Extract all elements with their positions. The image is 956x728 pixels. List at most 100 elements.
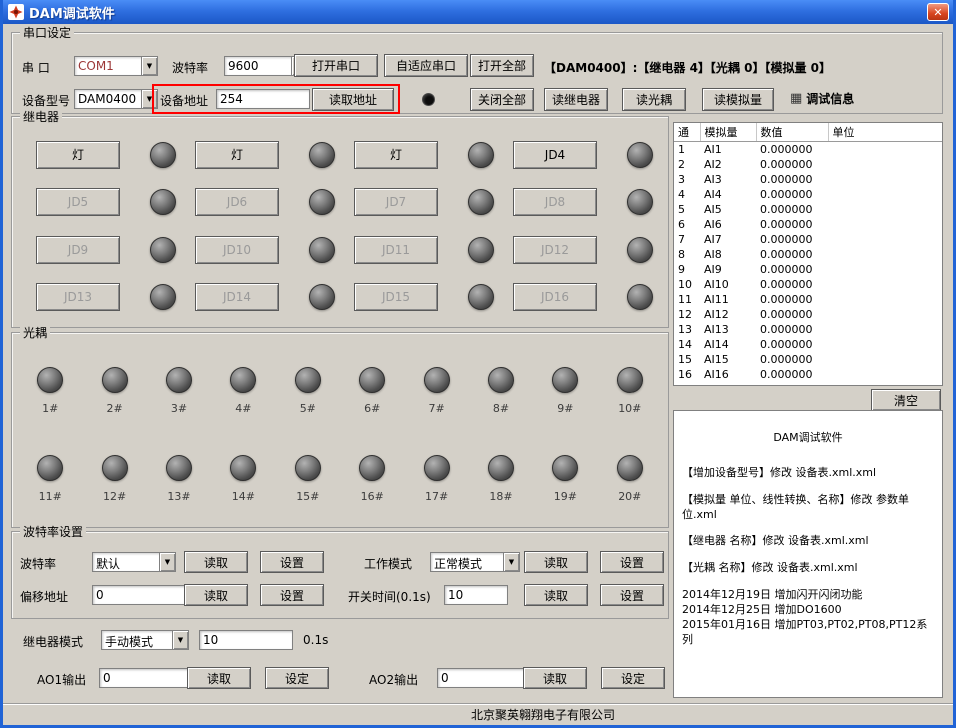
relay-button[interactable]: JD7	[354, 188, 438, 216]
relay-mode-select[interactable]: 手动模式 ▼	[101, 630, 189, 650]
relay-indicator-light	[309, 237, 335, 263]
relay-indicator-light	[468, 189, 494, 215]
relay-time-input[interactable]	[199, 630, 293, 650]
opto-indicator-light	[552, 455, 578, 481]
serial-port-value: COM1	[75, 57, 141, 75]
analog-table-row: 7 AI7 0.000000	[674, 232, 942, 247]
baud-set-button[interactable]: 设置	[260, 551, 324, 573]
analog-channel: 2	[674, 157, 700, 172]
baud-setting-select[interactable]: 默认 ▼	[92, 552, 176, 572]
relay-indicator-light	[468, 237, 494, 263]
relay-button[interactable]: JD16	[513, 283, 597, 311]
opto-group: 光耦 1# 2# 3# 4#	[11, 332, 669, 528]
info-line: 【模拟量 单位、线性转换、名称】修改 参数单位.xml	[682, 493, 934, 523]
relay-cell: 灯	[183, 131, 342, 179]
analog-name: AI2	[700, 157, 756, 172]
offset-address-input[interactable]	[92, 585, 186, 605]
analog-name: AI5	[700, 202, 756, 217]
opto-grid: 1# 2# 3# 4# 5#	[18, 347, 662, 523]
analog-unit	[828, 352, 942, 367]
opto-channel-label: 16#	[361, 490, 384, 503]
analog-table: 通 模拟量 数值 单位 1 AI1 0.000000 2	[674, 123, 942, 382]
ao2-read-button[interactable]: 读取	[523, 667, 587, 689]
analog-name: AI4	[700, 187, 756, 202]
close-button[interactable]: ✕	[927, 3, 949, 21]
opto-indicator-light	[166, 367, 192, 393]
opto-cell: 13#	[147, 435, 211, 523]
analog-value: 0.000000	[756, 217, 828, 232]
analog-name: AI6	[700, 217, 756, 232]
baud-read-button[interactable]: 读取	[184, 551, 248, 573]
offset-address-label: 偏移地址	[20, 588, 68, 605]
switch-time-read-button[interactable]: 读取	[524, 584, 588, 606]
chevron-down-icon[interactable]: ▼	[172, 631, 188, 649]
close-all-button[interactable]: 关闭全部	[470, 88, 534, 111]
analog-channel: 4	[674, 187, 700, 202]
relay-mode-label: 继电器模式	[23, 633, 83, 650]
baud-setting-value: 默认	[93, 553, 159, 571]
relay-button[interactable]: JD9	[36, 236, 120, 264]
ao2-input[interactable]	[437, 668, 531, 688]
analog-value: 0.000000	[756, 187, 828, 202]
analog-table-row: 8 AI8 0.000000	[674, 247, 942, 262]
open-all-button[interactable]: 打开全部	[470, 54, 534, 77]
opto-channel-label: 13#	[167, 490, 190, 503]
opto-cell: 17#	[404, 435, 468, 523]
read-relay-button[interactable]: 读继电器	[544, 88, 608, 111]
relay-indicator-light	[150, 237, 176, 263]
relay-button[interactable]: JD5	[36, 188, 120, 216]
opto-indicator-light	[37, 367, 63, 393]
read-analog-button[interactable]: 读模拟量	[702, 88, 774, 111]
opto-channel-label: 12#	[103, 490, 126, 503]
analog-channel: 1	[674, 142, 700, 158]
relay-cell: JD11	[342, 226, 501, 274]
relay-button[interactable]: 灯	[36, 141, 120, 169]
relay-button[interactable]: JD13	[36, 283, 120, 311]
opto-channel-label: 4#	[235, 402, 251, 415]
offset-set-button[interactable]: 设置	[260, 584, 324, 606]
relay-button[interactable]: JD11	[354, 236, 438, 264]
titlebar[interactable]: DAM调试软件 ✕	[3, 0, 953, 24]
debug-info-item[interactable]: ▦ 调试信息	[790, 90, 854, 107]
read-address-button[interactable]: 读取地址	[312, 88, 394, 111]
chevron-down-icon[interactable]: ▼	[159, 553, 175, 571]
relay-cell: JD12	[501, 226, 660, 274]
ao1-input[interactable]	[99, 668, 193, 688]
clear-button[interactable]: 清空	[871, 389, 941, 411]
ao2-set-button[interactable]: 设定	[601, 667, 665, 689]
opto-cell: 4#	[211, 347, 275, 435]
analog-channel: 16	[674, 367, 700, 382]
chevron-down-icon[interactable]: ▼	[503, 553, 519, 571]
work-mode-select[interactable]: 正常模式 ▼	[430, 552, 520, 572]
opto-cell: 1#	[18, 347, 82, 435]
chevron-down-icon[interactable]: ▼	[141, 90, 157, 108]
relay-button[interactable]: 灯	[354, 141, 438, 169]
ao1-read-button[interactable]: 读取	[187, 667, 251, 689]
read-opto-button[interactable]: 读光耦	[622, 88, 686, 111]
work-mode-read-button[interactable]: 读取	[524, 551, 588, 573]
relay-button[interactable]: JD14	[195, 283, 279, 311]
chevron-down-icon[interactable]: ▼	[141, 57, 157, 75]
app-window: DAM调试软件 ✕ 串口设定 串 口 COM1 ▼ 波特率 9600 ▼ 打开串…	[0, 0, 956, 728]
relay-button[interactable]: JD12	[513, 236, 597, 264]
ao1-set-button[interactable]: 设定	[265, 667, 329, 689]
device-model-select[interactable]: DAM0400 ▼	[74, 89, 158, 109]
serial-port-select[interactable]: COM1 ▼	[74, 56, 158, 76]
open-serial-button[interactable]: 打开串口	[294, 54, 378, 77]
opto-cell: 12#	[82, 435, 146, 523]
work-mode-set-button[interactable]: 设置	[600, 551, 664, 573]
relay-cell: JD13	[24, 274, 183, 322]
switch-time-input[interactable]	[444, 585, 508, 605]
relay-button[interactable]: JD8	[513, 188, 597, 216]
analog-value: 0.000000	[756, 247, 828, 262]
device-address-input[interactable]	[216, 89, 310, 109]
relay-button[interactable]: JD10	[195, 236, 279, 264]
offset-read-button[interactable]: 读取	[184, 584, 248, 606]
info-panel-title: DAM调试软件	[682, 431, 934, 446]
adaptive-serial-button[interactable]: 自适应串口	[384, 54, 468, 77]
switch-time-set-button[interactable]: 设置	[600, 584, 664, 606]
relay-button[interactable]: 灯	[195, 141, 279, 169]
relay-button[interactable]: JD15	[354, 283, 438, 311]
relay-button[interactable]: JD4	[513, 141, 597, 169]
relay-button[interactable]: JD6	[195, 188, 279, 216]
